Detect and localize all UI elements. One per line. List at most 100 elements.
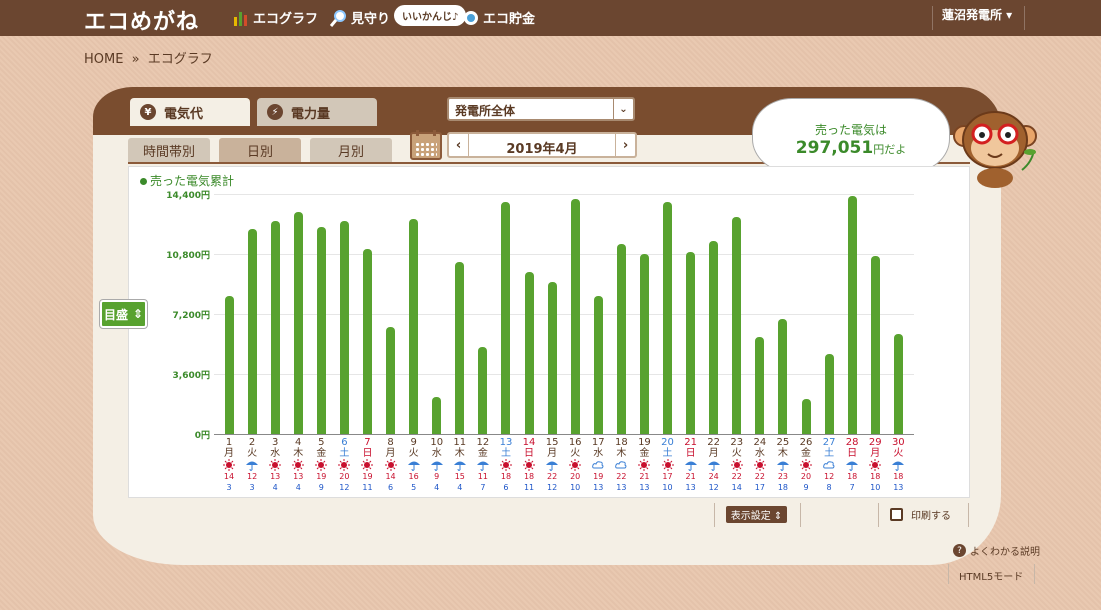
plant-select[interactable]: 発電所全体 ⌄: [447, 97, 635, 121]
y-tick-label: 14,400円: [166, 191, 210, 201]
bar: [593, 295, 603, 434]
bar: [755, 337, 765, 434]
temp-high: 13: [293, 472, 304, 481]
x-tick-weekday: 月: [385, 448, 396, 459]
temp-high: 16: [408, 472, 419, 481]
x-tick-weekday: 火: [408, 448, 419, 459]
x-tick-weekday: 日: [847, 448, 858, 459]
coin-icon: [464, 10, 478, 25]
divider: [878, 503, 879, 527]
temp-high: 20: [800, 472, 812, 481]
temp-high: 13: [270, 472, 281, 481]
current-month: 2019年4月: [506, 142, 578, 157]
temp-low: 3: [226, 483, 232, 492]
temp-low: 8: [826, 483, 832, 492]
print-label: 印刷する: [911, 511, 951, 522]
x-tick-weekday: 水: [754, 448, 765, 459]
breadcrumb: HOME » エコグラフ: [84, 48, 217, 67]
nav-eco-graph[interactable]: エコグラフ: [232, 8, 318, 27]
summary-speech-bubble: 売った電気は 297,051円だよ: [752, 98, 950, 173]
display-settings-button[interactable]: 表示設定 ⇕: [726, 506, 787, 523]
temp-high: 23: [777, 472, 788, 481]
weather-umbrella-icon: [546, 461, 559, 471]
x-tick-weekday: 火: [570, 448, 581, 459]
scale-button[interactable]: 目盛 ⇕: [99, 299, 148, 329]
x-tick-day: 4: [295, 437, 302, 448]
calendar-icon[interactable]: [410, 130, 442, 160]
weather-sun-icon: [338, 459, 351, 471]
temp-low: 10: [870, 483, 881, 492]
scale-label: 目盛: [103, 307, 128, 322]
plant-dropdown[interactable]: 蓮沼発電所 ▾: [942, 6, 1012, 23]
x-tick-weekday: 木: [777, 448, 788, 459]
breadcrumb-current: エコグラフ: [147, 52, 213, 67]
help-link[interactable]: ? よくわかる説明: [953, 543, 1040, 558]
bar: [247, 229, 257, 434]
print-button[interactable]: 印刷する: [890, 507, 951, 522]
x-tick-day: 15: [545, 437, 559, 448]
temp-low: 12: [547, 483, 558, 492]
breadcrumb-home[interactable]: HOME: [84, 52, 123, 67]
weather-sun-icon: [730, 459, 743, 471]
temp-low: 10: [662, 483, 673, 492]
temp-low: 12: [708, 483, 719, 492]
divider: [800, 503, 801, 527]
x-tick-weekday: 木: [293, 448, 304, 459]
weather-sun-icon: [869, 459, 882, 471]
x-axis-line: [214, 434, 914, 435]
chart-legend: 売った電気累計: [140, 172, 234, 189]
temp-low: 9: [803, 483, 809, 492]
tab-electricity-cost[interactable]: ¥ 電気代: [130, 98, 250, 126]
breadcrumb-sep: »: [131, 52, 140, 67]
weather-cloud-icon: [592, 461, 604, 469]
x-tick-day: 26: [799, 437, 813, 448]
temp-high: 14: [385, 472, 396, 481]
tab-energy[interactable]: ⚡ 電力量: [257, 98, 377, 126]
x-tick-day: 1: [225, 437, 233, 448]
next-month-button[interactable]: ›: [615, 134, 635, 156]
tab-label: 電力量: [291, 106, 331, 122]
top-bar-spacer: [542, 0, 932, 36]
x-tick-day: 7: [364, 437, 371, 448]
bar: [501, 202, 511, 434]
x-tick-day: 30: [891, 437, 905, 448]
x-tick-weekday: 土: [500, 448, 511, 459]
prev-month-button[interactable]: ‹: [449, 134, 469, 156]
x-tick-day: 23: [730, 437, 744, 448]
tab-hourly[interactable]: 時間帯別: [128, 138, 210, 163]
weather-sun-icon: [384, 459, 397, 471]
temp-low: 13: [685, 483, 696, 492]
weather-umbrella-icon: [246, 461, 259, 471]
chevron-down-icon: ⌄: [613, 99, 633, 119]
x-tick-day: 16: [568, 437, 582, 448]
bar: [663, 202, 673, 434]
nav-watch[interactable]: 見守り: [330, 8, 390, 27]
weather-sun-icon: [753, 459, 766, 471]
bar: [293, 212, 303, 434]
tab-monthly[interactable]: 月別: [310, 138, 392, 163]
nav-eco-savings[interactable]: エコ貯金: [462, 8, 535, 27]
temp-low: 4: [295, 483, 301, 492]
gridline: [214, 194, 914, 195]
summary-line2: 297,051円だよ: [753, 138, 949, 158]
x-tick-day: 2: [248, 437, 256, 448]
app-logo[interactable]: エコめがね: [84, 4, 199, 36]
x-tick-day: 14: [522, 437, 536, 448]
weather-umbrella-icon: [846, 461, 859, 471]
temp-high: 12: [246, 472, 258, 481]
tab-daily[interactable]: 日別: [219, 138, 301, 163]
temp-low: 4: [434, 483, 440, 492]
x-tick-weekday: 水: [270, 448, 281, 459]
bar: [732, 217, 742, 434]
temp-low: 4: [457, 483, 463, 492]
temp-low: 7: [480, 483, 486, 492]
html5-mode-link[interactable]: HTML5モード: [959, 568, 1023, 583]
x-tick-weekday: 日: [362, 448, 373, 459]
temp-high: 18: [893, 472, 904, 481]
weather-umbrella-icon: [430, 461, 443, 471]
bar: [616, 244, 626, 434]
divider: [932, 6, 933, 30]
x-tick-day: 22: [707, 437, 721, 448]
bar: [339, 220, 349, 434]
y-tick-label: 0円: [194, 431, 210, 441]
